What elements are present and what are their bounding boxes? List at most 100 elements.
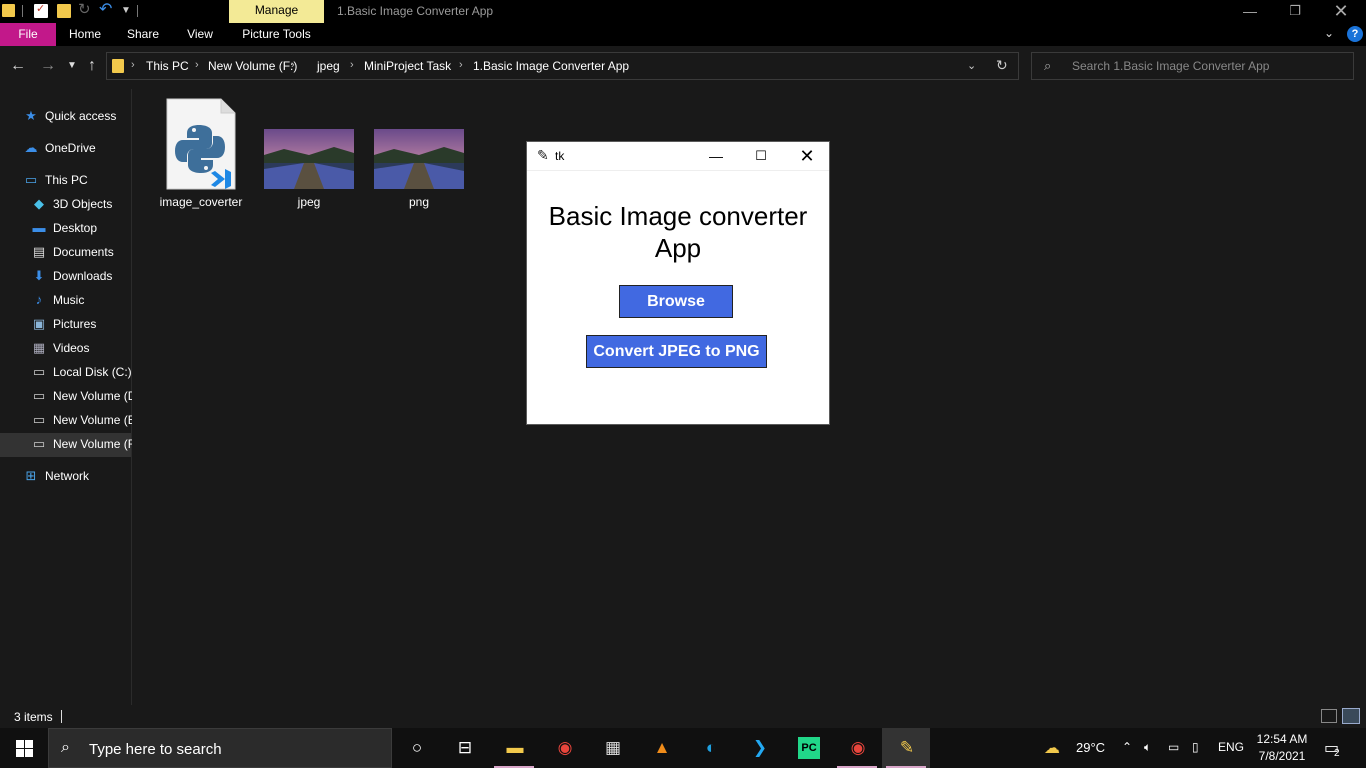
- drive-icon: ▭: [32, 388, 46, 403]
- details-view-icon[interactable]: [1321, 709, 1337, 723]
- properties-icon[interactable]: [34, 2, 48, 18]
- forward-arrow-icon[interactable]: →: [38, 56, 58, 76]
- taskbar-store[interactable]: ▦: [588, 728, 636, 768]
- battery-icon[interactable]: ▯: [1192, 740, 1199, 754]
- convert-jpeg-to-png-button[interactable]: Convert JPEG to PNG: [586, 335, 767, 368]
- weather-icon[interactable]: ☁: [1044, 738, 1060, 758]
- file-item-jpeg[interactable]: jpeg: [264, 97, 354, 209]
- back-arrow-icon[interactable]: ←: [8, 56, 28, 76]
- taskbar-chrome-profile[interactable]: ◉: [833, 728, 881, 768]
- search-icon: ⌕: [61, 739, 70, 756]
- taskbar-chrome[interactable]: ◉: [540, 728, 588, 768]
- sidebar-item-downloads[interactable]: ⬇ Downloads: [32, 264, 132, 288]
- sidebar-item-onedrive[interactable]: ☁ OneDrive: [24, 136, 132, 160]
- chevron-right-icon[interactable]: ›: [459, 59, 463, 71]
- tab-picture-tools[interactable]: Picture Tools: [229, 23, 324, 46]
- minimize-button[interactable]: —: [1227, 0, 1273, 23]
- breadcrumb-new-volume-f[interactable]: New Volume (F:): [208, 59, 297, 73]
- start-button[interactable]: [0, 728, 48, 768]
- window-title: 1.Basic Image Converter App: [337, 4, 494, 18]
- task-view-button[interactable]: ⊟: [440, 728, 488, 768]
- address-bar[interactable]: › This PC › New Volume (F:) › jpeg › Min…: [106, 52, 1019, 80]
- help-icon[interactable]: ?: [1347, 26, 1363, 42]
- app-heading: Basic Image converter App: [548, 201, 808, 263]
- sidebar-item-new-volume-d[interactable]: ▭ New Volume (D: [32, 384, 132, 408]
- tk-maximize-button[interactable]: ☐: [738, 142, 784, 171]
- taskbar-edge[interactable]: ◐: [686, 728, 734, 768]
- show-hidden-icons-icon[interactable]: ⌃: [1122, 740, 1132, 754]
- vscode-icon: ❯: [752, 738, 768, 757]
- refresh-icon[interactable]: ↻: [996, 57, 1008, 74]
- cortana-button[interactable]: ○: [392, 728, 440, 768]
- clock-date[interactable]: 7/8/2021: [1252, 749, 1312, 763]
- chevron-right-icon[interactable]: ›: [131, 59, 135, 71]
- sidebar-item-music[interactable]: ♪ Music: [32, 288, 132, 312]
- undo-icon[interactable]: ↶: [99, 1, 113, 18]
- taskbar-search-box[interactable]: ⌕ Type here to search: [48, 728, 392, 768]
- sidebar-item-pictures[interactable]: ▣ Pictures: [32, 312, 132, 336]
- clock-time[interactable]: 12:54 AM: [1256, 732, 1308, 746]
- edge-icon: ◐: [705, 738, 717, 757]
- customize-quick-access-icon[interactable]: ▼: [121, 5, 135, 19]
- restore-button[interactable]: ❐: [1272, 0, 1318, 23]
- sidebar-item-new-volume-e[interactable]: ▭ New Volume (E: [32, 408, 132, 432]
- ribbon-tabs: File Home Share View Picture Tools ⌄ ?: [0, 23, 1366, 46]
- file-explorer-icon: ▬: [506, 738, 524, 757]
- breadcrumb-miniproject-task[interactable]: MiniProject Task: [364, 59, 451, 73]
- taskbar-pycharm[interactable]: PC: [784, 728, 832, 768]
- search-placeholder: Search 1.Basic Image Converter App: [1072, 59, 1270, 73]
- chrome-profile-icon: ◉: [850, 738, 866, 757]
- tab-share[interactable]: Share: [114, 23, 172, 46]
- file-name: png: [408, 195, 430, 209]
- sidebar-item-3d-objects[interactable]: ◆ 3D Objects: [32, 192, 132, 216]
- language-indicator[interactable]: ENG: [1218, 740, 1244, 754]
- sidebar-item-desktop[interactable]: ▬ Desktop: [32, 216, 132, 240]
- breadcrumb-jpeg[interactable]: jpeg: [317, 59, 340, 73]
- large-icons-view-icon[interactable]: [1342, 708, 1360, 724]
- windows-logo-icon: [25, 749, 33, 757]
- recent-locations-icon[interactable]: ▼: [62, 56, 82, 76]
- taskbar-python[interactable]: ✎: [882, 728, 930, 768]
- tk-titlebar[interactable]: ✎ tk — ☐ ✕: [527, 142, 829, 171]
- chevron-right-icon[interactable]: ›: [350, 59, 354, 71]
- video-icon: ▦: [32, 340, 46, 355]
- redo-icon[interactable]: ↻: [78, 1, 92, 18]
- tab-home[interactable]: Home: [56, 23, 114, 46]
- windows-logo-icon: [25, 740, 33, 748]
- volume-icon[interactable]: 🔈︎: [1144, 740, 1151, 755]
- windows-logo-icon: [16, 749, 24, 757]
- expand-ribbon-icon[interactable]: ⌄: [1324, 26, 1334, 40]
- tab-view[interactable]: View: [172, 23, 228, 46]
- chevron-right-icon[interactable]: ›: [195, 59, 199, 71]
- address-history-dropdown-icon[interactable]: ⌄: [967, 59, 976, 72]
- taskbar-file-explorer[interactable]: ▬: [490, 728, 538, 768]
- browse-button[interactable]: Browse: [619, 285, 733, 318]
- search-box[interactable]: ⌕ Search 1.Basic Image Converter App: [1031, 52, 1354, 80]
- sidebar-item-local-disk-c[interactable]: ▭ Local Disk (C:): [32, 360, 132, 384]
- sidebar-item-documents[interactable]: ▤ Documents: [32, 240, 132, 264]
- tab-file[interactable]: File: [0, 23, 56, 46]
- close-button[interactable]: ✕: [1318, 0, 1364, 23]
- sidebar-item-quick-access[interactable]: ★ Quick access: [24, 104, 132, 128]
- sidebar-item-videos[interactable]: ▦ Videos: [32, 336, 132, 360]
- network-status-icon[interactable]: ▭: [1168, 740, 1179, 754]
- file-item-image-coverter[interactable]: image_coverter: [156, 97, 246, 209]
- file-item-png[interactable]: png: [374, 97, 464, 209]
- chevron-right-icon[interactable]: ›: [291, 59, 295, 71]
- tab-manage[interactable]: Manage: [229, 0, 324, 23]
- sidebar-item-new-volume-f[interactable]: ▭ New Volume (F: [32, 432, 132, 456]
- sidebar-item-this-pc[interactable]: ▭ This PC: [24, 168, 132, 192]
- taskbar-vlc[interactable]: ▲: [637, 728, 685, 768]
- new-folder-icon[interactable]: [57, 4, 71, 18]
- sidebar-item-network[interactable]: ⊞ Network: [24, 464, 132, 488]
- breadcrumb-this-pc[interactable]: This PC: [146, 59, 189, 73]
- chrome-icon: ◉: [557, 738, 573, 757]
- tk-minimize-button[interactable]: —: [693, 142, 739, 171]
- temperature[interactable]: 29°C: [1076, 740, 1105, 755]
- breadcrumb-current-folder[interactable]: 1.Basic Image Converter App: [473, 59, 629, 73]
- taskbar-vscode[interactable]: ❯: [735, 728, 783, 768]
- file-name: jpeg: [297, 195, 321, 209]
- up-arrow-icon[interactable]: ↑: [82, 56, 102, 76]
- tk-window: ✎ tk — ☐ ✕ Basic Image converter App Bro…: [526, 141, 830, 425]
- tk-close-button[interactable]: ✕: [784, 142, 830, 171]
